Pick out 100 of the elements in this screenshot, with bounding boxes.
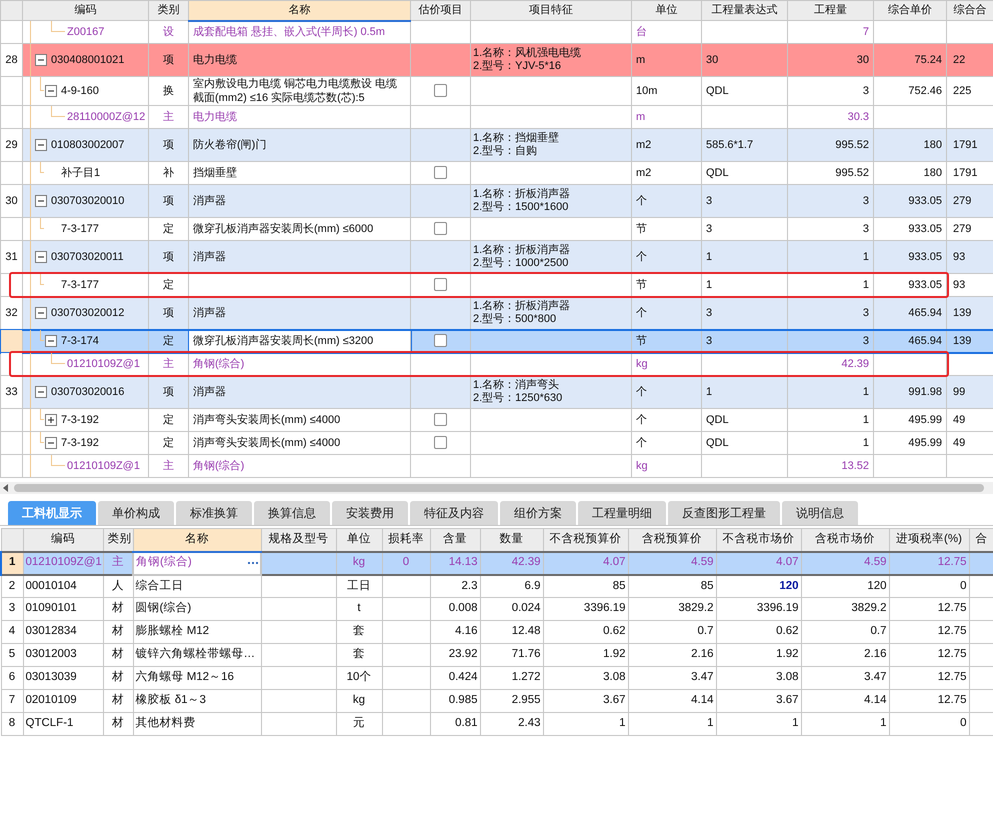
total-value: 49 — [953, 436, 966, 449]
table-row[interactable]: 31 030703020011 项 消声器 1.名称：折板消声器 2.型号：1000*2500 个 1 1 933.05 93 — [0, 240, 993, 274]
table-row[interactable]: 1 01210109Z@1 主 角钢(综合) kg 0 14.13 42.39 4.07 4.59 4.07 4.59 12.75 — [1, 552, 993, 574]
table-cell: 3396.19 — [584, 602, 626, 614]
column-header[interactable]: 含税预算价 — [628, 528, 716, 552]
table-row[interactable]: 4-9-160 换 室内敷设电力电缆 铜芯电力电缆敷设 电缆截面(mm2) ≤16 实际电缆芯数(芯):5 10m QDL 3 752.46 225 — [0, 76, 993, 106]
checkbox[interactable] — [434, 84, 447, 98]
checkbox[interactable] — [434, 278, 447, 292]
item-code: 7-3-192 — [61, 412, 99, 428]
unit-value: m2 — [636, 166, 652, 179]
collapse-icon[interactable] — [35, 54, 47, 66]
expression-value: QDL — [706, 84, 729, 97]
table-row[interactable]: 6 03013039 材 六角螺母 M12～16 10个 0.424 1.272 3.08 3.47 3.08 3.47 12.75 — [1, 666, 993, 690]
column-header[interactable]: 单位 — [632, 0, 702, 20]
column-header[interactable]: 估价项目 — [410, 0, 470, 20]
checkbox[interactable] — [434, 413, 447, 426]
table-row[interactable]: 28110000Z@12 主 电力电缆 m 30.3 — [0, 106, 993, 128]
column-header[interactable]: 类别 — [148, 0, 188, 20]
table-row[interactable]: 5 03012003 材 镀锌六角螺栓带螺母… 套 23.92 71.76 1.92 2.16 1.92 2.16 12.75 — [1, 644, 993, 666]
table-row[interactable]: 33 030703020016 项 消声器 1.名称：消声弯头 2.型号：1250*630 个 1 1 991.98 99 — [0, 376, 993, 408]
column-header[interactable]: 不含税预算价 — [543, 528, 628, 552]
expand-icon[interactable] — [45, 414, 57, 426]
tab[interactable]: 标准换算 — [176, 501, 252, 525]
collapse-icon[interactable] — [35, 386, 47, 398]
tab[interactable]: 组价方案 — [500, 501, 576, 525]
column-header[interactable]: 含税市场价 — [801, 528, 889, 552]
table-row[interactable]: 7-3-192 定 消声弯头安装周长(mm) ≤4000 个 QDL 1 495.99 49 — [0, 408, 993, 432]
tab[interactable]: 工程量明细 — [578, 501, 666, 525]
scrollbar-thumb[interactable] — [14, 484, 984, 492]
column-header[interactable]: 名称 — [133, 528, 261, 552]
column-header[interactable]: 损耗率 — [382, 528, 430, 552]
collapse-icon[interactable] — [45, 85, 57, 97]
column-header[interactable]: 合 — [969, 528, 993, 552]
row-number: 1 — [9, 556, 16, 568]
table-row[interactable]: 29 010803002007 项 防火卷帘(闸)门 1.名称：挡烟垂壁 2.型号：自购 m2 585.6*1.7 995.52 180 1791 — [0, 128, 993, 162]
column-header[interactable]: 编码 — [22, 0, 148, 20]
table-row[interactable]: 01210109Z@1 主 角钢(综合) kg 42.39 — [0, 352, 993, 376]
tab[interactable]: 单价构成 — [98, 501, 174, 525]
column-header[interactable]: 含量 — [430, 528, 480, 552]
table-cell: 1 — [880, 717, 886, 730]
checkbox[interactable] — [434, 166, 447, 180]
item-name: 挡烟垂壁 — [193, 166, 238, 180]
column-header[interactable]: 工程量 — [788, 0, 874, 20]
checkbox[interactable] — [434, 222, 447, 236]
expression-value: QDL — [706, 414, 729, 426]
column-header[interactable]: 类别 — [103, 528, 133, 552]
table-row[interactable]: 4 03012834 材 膨胀螺栓 M12 套 4.16 12.48 0.62 0.7 0.62 0.7 12.75 — [1, 620, 993, 644]
horizontal-scrollbar[interactable] — [0, 482, 993, 494]
column-header[interactable]: 综合单价 — [874, 0, 946, 20]
column-header[interactable]: 综合合 — [946, 0, 993, 20]
item-code: 4-9-160 — [61, 84, 99, 99]
collapse-icon[interactable] — [35, 307, 47, 319]
column-header[interactable]: 工程量表达式 — [702, 0, 788, 20]
item-type: 换 — [163, 84, 174, 97]
table-row[interactable]: 补子目1 补 挡烟垂壁 m2 QDL 995.52 180 1791 — [0, 162, 993, 184]
tab[interactable]: 说明信息 — [782, 501, 858, 525]
column-header[interactable]: 规格及型号 — [261, 528, 336, 552]
collapse-icon[interactable] — [35, 251, 47, 263]
table-cell: 人 — [112, 580, 124, 592]
table-cell: 套 — [353, 625, 365, 638]
scroll-left-icon[interactable] — [2, 484, 10, 492]
collapse-icon[interactable] — [45, 437, 57, 449]
table-row[interactable]: 32 030703020012 项 消声器 1.名称：折板消声器 2.型号：500*800 个 3 3 465.94 139 — [0, 296, 993, 330]
table-row[interactable]: 7-3-192 定 消声弯头安装周长(mm) ≤4000 个 QDL 1 495.99 49 — [0, 432, 993, 454]
column-header[interactable]: 单位 — [336, 528, 382, 552]
column-header[interactable]: 不含税市场价 — [716, 528, 801, 552]
column-header[interactable]: 名称 — [188, 0, 410, 20]
quantity-value: 3 — [862, 334, 869, 347]
table-cell: 0.7 — [698, 625, 714, 638]
table-cell: t — [357, 602, 361, 614]
table-row[interactable]: 7 02010109 材 橡胶板 δ1～3 kg 0.985 2.955 3.67 4.14 3.67 4.14 12.75 — [1, 690, 993, 712]
checkbox[interactable] — [434, 436, 447, 450]
column-header[interactable]: 编码 — [23, 528, 103, 552]
tree-connector — [40, 330, 44, 341]
table-row[interactable]: 3 01090101 材 圆钢(综合) t 0.008 0.024 3396.19 3829.2 3396.19 3829.2 12.75 — [1, 598, 993, 620]
tab[interactable]: 换算信息 — [254, 501, 330, 525]
collapse-icon[interactable] — [35, 195, 47, 207]
table-row[interactable]: 01210109Z@1 主 角钢(综合) kg 13.52 — [0, 454, 993, 478]
tab[interactable]: 特征及内容 — [410, 501, 498, 525]
checkbox[interactable] — [434, 334, 447, 348]
table-cell: 3829.2 — [851, 602, 886, 614]
column-header[interactable]: 项目特征 — [470, 0, 632, 20]
expression-value: 3 — [706, 194, 712, 207]
tab[interactable]: 反查图形工程量 — [668, 501, 780, 525]
table-row[interactable]: 7-3-177 定 微穿孔板消声器安装周长(mm) ≤6000 节 3 3 933.05 279 — [0, 218, 993, 240]
table-row[interactable]: 7-3-177 定 节 1 1 933.05 93 — [0, 274, 993, 296]
table-row[interactable]: 2 00010104 人 综合工日 工日 2.3 6.9 85 85 120 120 0 — [1, 574, 993, 598]
item-features: 1.名称：折板消声器 2.型号：500*800 — [473, 300, 572, 326]
table-row[interactable]: Z00167 设 成套配电箱 悬挂、嵌入式(半周长) 0.5m 台 7 — [0, 20, 993, 44]
table-row[interactable]: 8 QTCLF-1 材 其他材料费 元 0.81 2.43 1 1 1 1 0 — [1, 712, 993, 736]
collapse-icon[interactable] — [35, 139, 47, 151]
table-row[interactable]: 28 030408001021 项 电力电缆 1.名称：风机强电电缆 2.型号：YJV-5*16 m 30 30 75.24 22 — [0, 44, 993, 76]
table-row[interactable]: 7-3-174 定 微穿孔板消声器安装周长(mm) ≤3200 节 3 3 465.94 139 — [0, 330, 993, 352]
table-row[interactable]: 30 030703020010 项 消声器 1.名称：折板消声器 2.型号：1500*1600 个 3 3 933.05 279 — [0, 184, 993, 218]
unit-price-value: 752.46 — [908, 84, 942, 97]
column-header[interactable]: 数量 — [480, 528, 543, 552]
table-cell: 12.75 — [938, 556, 966, 568]
tab[interactable]: 安装费用 — [332, 501, 408, 525]
column-header[interactable]: 进项税率(%) — [889, 528, 969, 552]
collapse-icon[interactable] — [45, 335, 57, 347]
